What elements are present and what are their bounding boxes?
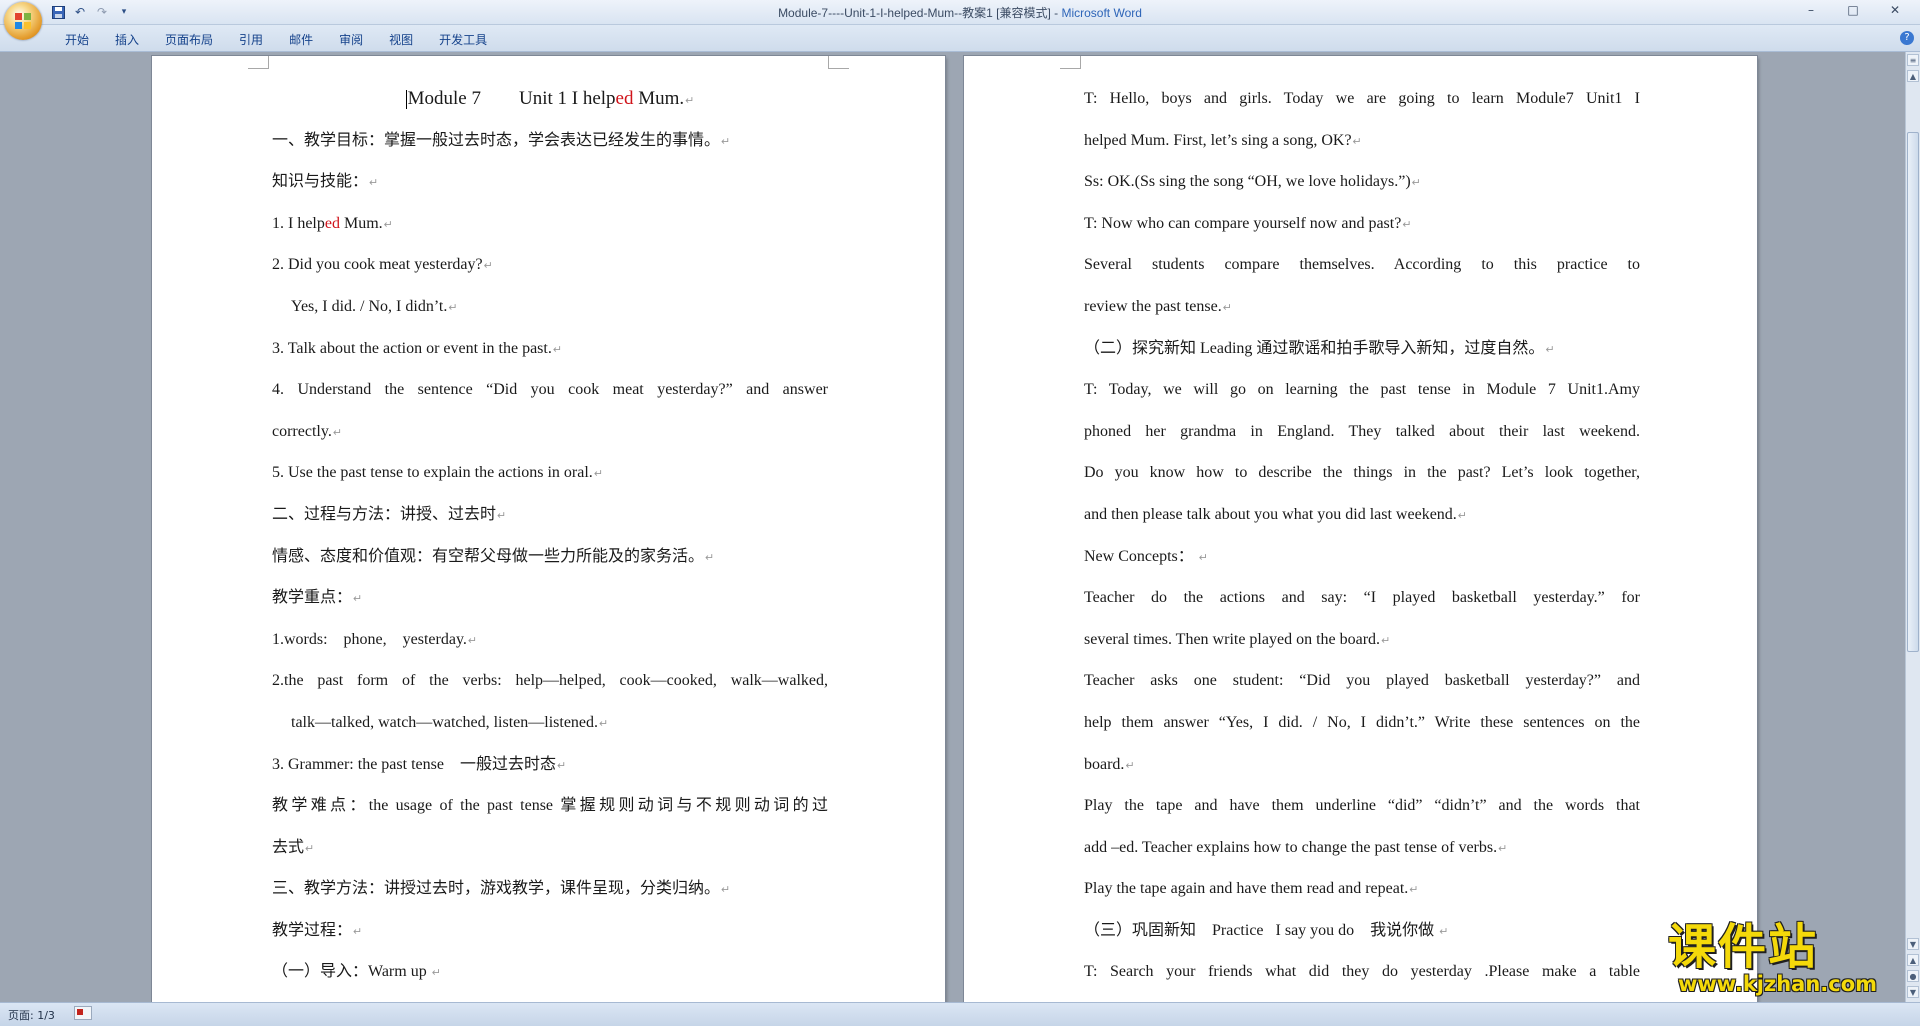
tab-references[interactable]: 引用 (226, 29, 276, 50)
paragraph: and then please talk about you what you … (1084, 505, 1468, 523)
paragraph: 教学重点：↵ (272, 589, 363, 607)
tab-review[interactable]: 审阅 (326, 29, 376, 50)
tab-insert[interactable]: 插入 (102, 29, 152, 50)
close-button[interactable]: ✕ (1874, 0, 1916, 20)
page-count[interactable]: 页面: 1/3 (8, 1007, 55, 1023)
tab-page-layout[interactable]: 页面布局 (152, 29, 226, 50)
text-cursor (405, 90, 407, 110)
paragraph: correctly.↵ (272, 422, 343, 440)
paragraph: T: Now who can compare yourself now and … (1084, 214, 1412, 232)
scroll-thumb[interactable] (1907, 132, 1919, 652)
paragraph: （二）探究新知 Leading 通过歌谣和拍手歌导入新知，过度自然。↵ (1084, 339, 1555, 357)
tab-home[interactable]: 开始 (52, 29, 102, 50)
paragraph: Teacher do the actions and say: “I playe… (1084, 589, 1640, 607)
paragraph: board.↵ (1084, 755, 1135, 773)
tab-mailings[interactable]: 邮件 (276, 29, 326, 50)
paragraph: 3. Talk about the action or event in the… (272, 339, 563, 357)
proofing-icon[interactable] (74, 1006, 92, 1020)
paragraph: 知识与技能：↵ (272, 173, 379, 191)
paragraph: review the past tense.↵ (1084, 297, 1232, 315)
help-icon[interactable]: ? (1900, 31, 1914, 45)
margin-marker (248, 56, 269, 69)
tab-developer[interactable]: 开发工具 (426, 29, 500, 50)
ruler-toggle-icon[interactable]: ≡ (1907, 54, 1919, 66)
page-content[interactable]: Module 7 Unit 1 I helped Mum.↵ 一、教学目标：掌握… (272, 78, 828, 993)
paragraph: Do you know how to describe the things i… (1084, 464, 1640, 482)
document-area: Module 7 Unit 1 I helped Mum.↵ 一、教学目标：掌握… (0, 52, 1906, 1002)
paragraph: （一）导入：Warm up ↵ (272, 963, 441, 981)
paragraph: 1. I helped Mum.↵ (272, 214, 393, 232)
paragraph: New Concepts： ↵ (1084, 547, 1208, 565)
scroll-down-icon[interactable]: ▼ (1907, 938, 1919, 950)
paragraph: add –ed. Teacher explains how to change … (1084, 838, 1508, 856)
paragraph: （三）巩固新知 Practice I say you do 我说你做 ↵ (1084, 921, 1449, 939)
paragraph: Play the tape again and have them read a… (1084, 880, 1419, 898)
previous-page-icon[interactable]: ▲ (1907, 954, 1919, 966)
paragraph: helped Mum. First, let’s sing a song, OK… (1084, 131, 1362, 149)
maximize-button[interactable]: □ (1832, 0, 1874, 20)
paragraph: 三、教学方法：讲授过去时，游戏教学，课件呈现，分类归纳。↵ (272, 880, 731, 898)
paragraph: 2.the past form of the verbs: help—helpe… (272, 672, 828, 690)
paragraph: 2. Did you cook meat yesterday?↵ (272, 256, 493, 274)
paragraph: 5. Use the past tense to explain the act… (272, 464, 604, 482)
ribbon-tab-bar: 开始 插入 页面布局 引用 邮件 审阅 视图 开发工具 ? (0, 25, 1920, 52)
office-button[interactable] (4, 2, 42, 40)
paragraph: 情感、态度和价值观：有空帮父母做一些力所能及的家务活。↵ (272, 547, 715, 565)
paragraph: several times. Then write played on the … (1084, 630, 1391, 648)
window-title: Module-7----Unit-1-I-helped-Mum--教案1 [兼容… (0, 4, 1920, 21)
paragraph: 一、教学目标：掌握一般过去时态，学会表达已经发生的事情。↵ (272, 131, 731, 149)
vertical-scrollbar[interactable]: ≡ ▲ ▼ ▲ ● ▼ (1905, 52, 1920, 1002)
watermark-logo: 课件站 www.kjzhan.com (1668, 920, 1906, 1002)
margin-marker (1060, 56, 1081, 69)
paragraph: Ss: OK.(Ss sing the song “OH, we love ho… (1084, 173, 1421, 191)
status-bar: 页面: 1/3 (0, 1002, 1920, 1026)
paragraph: 二、过程与方法：讲授、过去时↵ (272, 505, 507, 523)
app-name: Microsoft Word (1061, 6, 1142, 20)
document-name: Module-7----Unit-1-I-helped-Mum--教案1 [兼容… (778, 6, 1062, 20)
select-browse-object-icon[interactable]: ● (1907, 970, 1919, 982)
paragraph: 3. Grammer: the past tense 一般过去时态↵ (272, 755, 567, 773)
office-logo-icon (15, 13, 31, 29)
paragraph: talk—talked, watch—watched, listen—liste… (291, 713, 609, 731)
paragraph: Yes, I did. / No, I didn’t.↵ (291, 297, 458, 315)
tab-view[interactable]: 视图 (376, 29, 426, 50)
paragraph: phoned her grandma in England. They talk… (1084, 422, 1640, 440)
title-bar: ↶ ↷ ▾ Module-7----Unit-1-I-helped-Mum--教… (0, 0, 1920, 25)
page-2[interactable]: T: Hello, boys and girls. Today we are g… (964, 56, 1757, 1002)
page-1[interactable]: Module 7 Unit 1 I helped Mum.↵ 一、教学目标：掌握… (152, 56, 945, 1002)
paragraph: Several students compare themselves. Acc… (1084, 256, 1640, 274)
paragraph: T: Hello, boys and girls. Today we are g… (1084, 90, 1640, 107)
ribbon-tabs: 开始 插入 页面布局 引用 邮件 审阅 视图 开发工具 (52, 29, 500, 50)
next-page-icon[interactable]: ▼ (1907, 986, 1919, 998)
margin-marker (828, 56, 849, 69)
paragraph: 教学难点：the usage of the past tense 掌握规则动词与… (272, 797, 828, 815)
paragraph: Teacher asks one student: “Did you playe… (1084, 672, 1640, 690)
paragraph: 1.words: phone, yesterday.↵ (272, 630, 478, 648)
paragraph: T: Search your friends what did they do … (1084, 963, 1640, 981)
document-title: Module 7 Unit 1 I helped Mum.↵ (405, 88, 695, 110)
paragraph: 教学过程：↵ (272, 921, 363, 939)
minimize-button[interactable]: – (1790, 0, 1832, 20)
page-content[interactable]: T: Hello, boys and girls. Today we are g… (1084, 78, 1640, 993)
scroll-up-icon[interactable]: ▲ (1907, 70, 1919, 82)
paragraph: T: Today, we will go on learning the pas… (1084, 381, 1640, 399)
window-controls: – □ ✕ (1790, 0, 1916, 20)
paragraph: 4. Understand the sentence “Did you cook… (272, 381, 828, 399)
paragraph: help them answer “Yes, I did. / No, I di… (1084, 713, 1640, 731)
paragraph: Play the tape and have them underline “d… (1084, 797, 1640, 815)
watermark-url: www.kjzhan.com (1678, 972, 1878, 996)
paragraph: 去式↵ (272, 838, 315, 856)
watermark-text: 课件站 (1668, 919, 1819, 975)
